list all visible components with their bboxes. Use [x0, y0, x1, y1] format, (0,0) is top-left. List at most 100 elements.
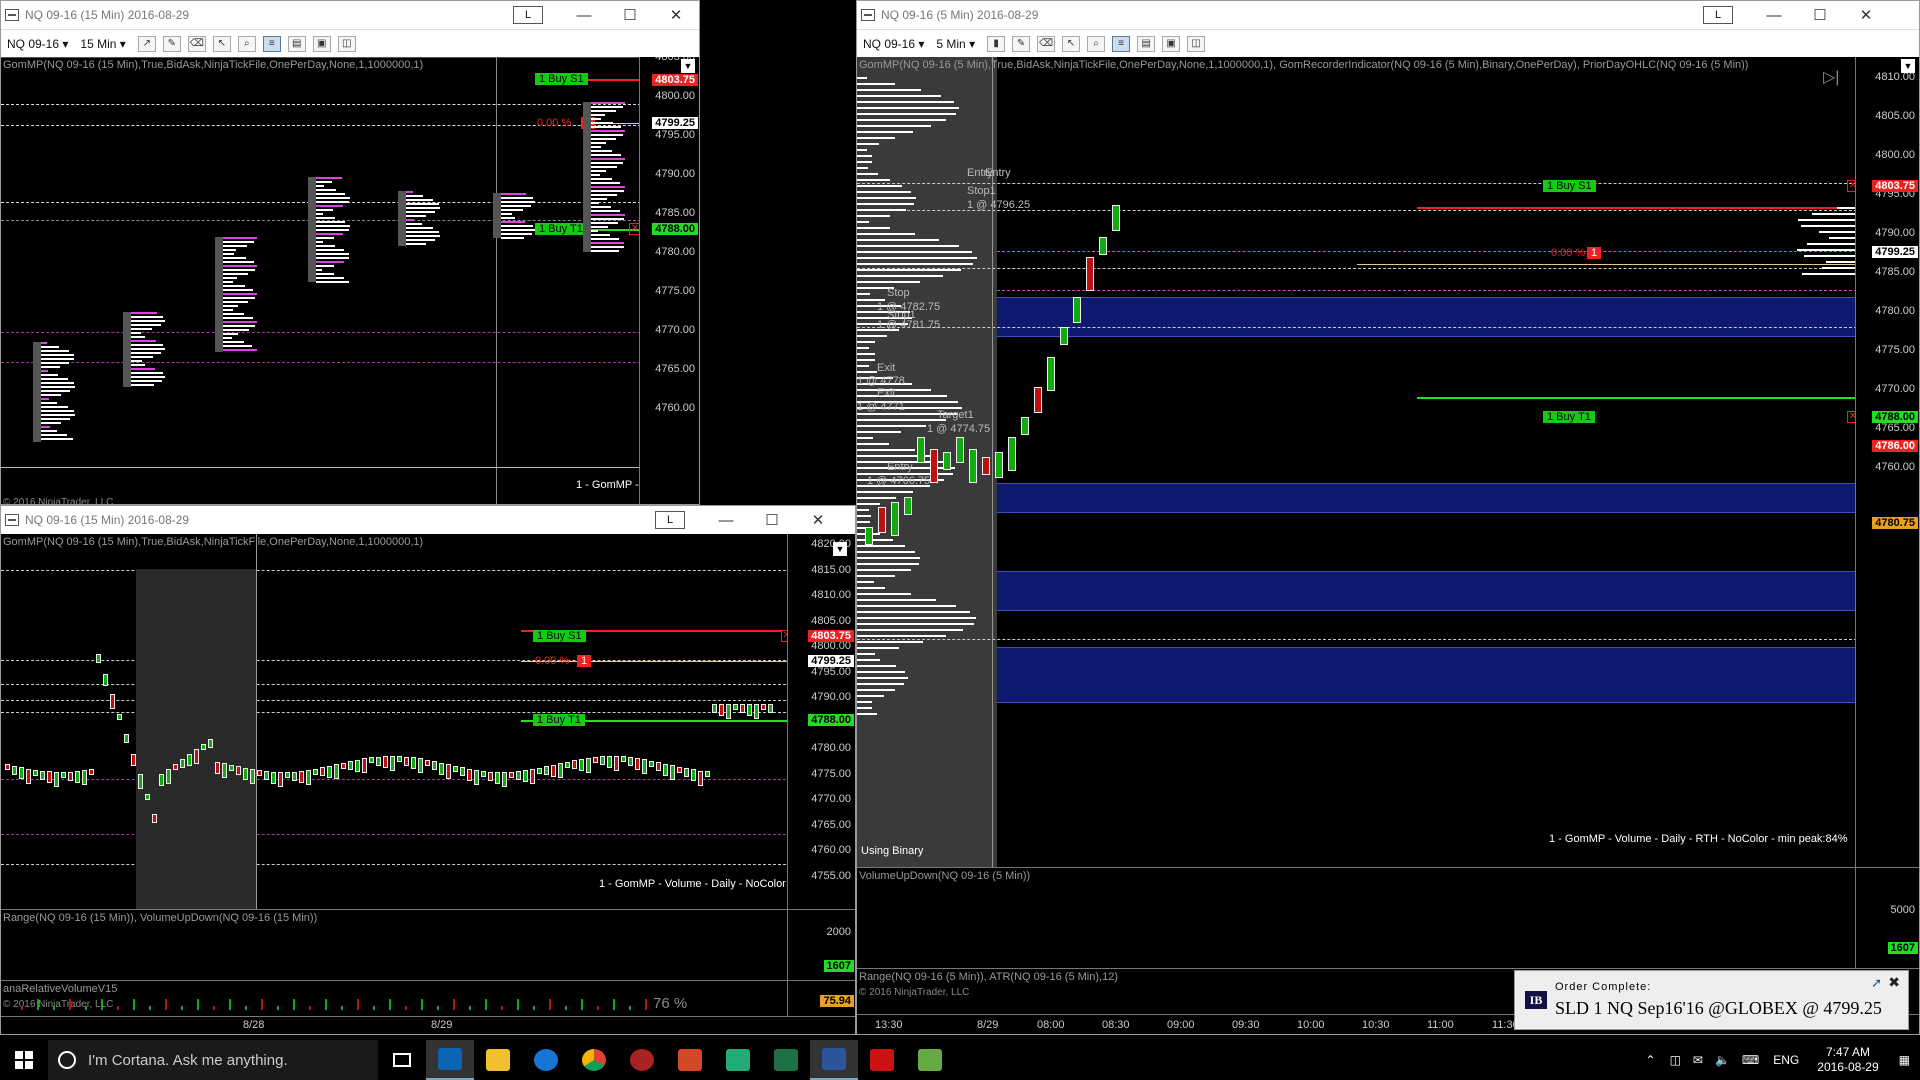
profile-bar [591, 190, 624, 192]
chart-window-15min-top[interactable]: NQ 09-16 (15 Min) 2016-08-29 L — ☐ ✕ NQ … [0, 0, 700, 505]
pencil-icon[interactable]: ✎ [1012, 35, 1031, 52]
indicators-icon[interactable]: ≡ [262, 35, 281, 52]
language-indicator[interactable]: ENG [1773, 1053, 1799, 1067]
strategies-icon[interactable]: ▤ [287, 35, 306, 52]
link-button[interactable]: L [1703, 6, 1733, 24]
word-icon[interactable] [810, 1040, 858, 1080]
time-axis[interactable]: 8/28 8/29 [1, 1016, 855, 1034]
price-panel[interactable]: GomMP(NQ 09-16 (5 Min),True,BidAsk,Ninja… [857, 57, 1919, 867]
excel-icon[interactable] [762, 1040, 810, 1080]
volume-icon[interactable]: 🔈 [1715, 1053, 1730, 1067]
cursor-icon[interactable]: ↖ [1062, 35, 1081, 52]
price-panel[interactable]: GomMP(NQ 09-16 (15 Min),True,BidAsk,Ninj… [1, 57, 699, 504]
maximize-icon[interactable]: ☐ [749, 511, 795, 529]
zoom-icon[interactable]: ⌕ [237, 35, 256, 52]
buy-t1-label[interactable]: 1 Buy T1 [535, 223, 587, 235]
price-axis[interactable]: 4805.00 4800.00 4795.00 4790.00 4785.00 4780.… [639, 57, 699, 504]
link-button[interactable]: L [655, 511, 685, 529]
interval-select[interactable]: 15 Min ▾ [80, 37, 125, 51]
edge-icon[interactable] [522, 1040, 570, 1080]
cortana-search[interactable]: I'm Cortana. Ask me anything. [48, 1040, 378, 1080]
volume-axis[interactable]: 5000 1607 [1855, 868, 1919, 968]
scroll-down-icon[interactable]: ▼ [1901, 59, 1915, 73]
file-explorer-icon[interactable] [474, 1040, 522, 1080]
relvol-bar [85, 1006, 87, 1010]
chart-window-15min-bottom[interactable]: NQ 09-16 (15 Min) 2016-08-29 L — ☐ ✕ Gom… [0, 505, 856, 1035]
buy-t1-label[interactable]: 1 Buy T1 [533, 714, 585, 726]
scroll-down-icon[interactable]: ▼ [833, 542, 847, 556]
relvol-axis[interactable]: 75.94 [787, 981, 855, 1016]
indicators-icon[interactable]: ≡ [1112, 35, 1131, 52]
outlook-icon[interactable] [426, 1040, 474, 1080]
buy-s1-label[interactable]: 1 Buy S1 [533, 630, 586, 642]
maximize-icon[interactable]: ☐ [607, 6, 653, 24]
price-axis[interactable]: 4820.00 4815.00 4810.00 4805.00 4800.00 4795.… [787, 534, 855, 909]
chevron-up-icon[interactable]: ⌃ [1646, 1053, 1656, 1067]
pin-icon[interactable]: ➚ [1871, 975, 1882, 991]
task-view-icon[interactable] [378, 1040, 426, 1080]
close-icon[interactable]: ✕ [653, 6, 699, 24]
properties-icon[interactable]: ◫ [1187, 35, 1206, 52]
candle [145, 794, 150, 800]
volume-panel[interactable]: Range(NQ 09-16 (15 Min)), VolumeUpDown(N… [1, 910, 855, 980]
profile-bar [501, 225, 533, 227]
window-titlebar[interactable]: NQ 09-16 (15 Min) 2016-08-29 L — ☐ ✕ [1, 1, 699, 29]
buy-t1-label[interactable]: 1 Buy T1 [1543, 411, 1595, 423]
minimize-icon[interactable]: — [561, 7, 607, 24]
minimize-icon[interactable]: — [703, 512, 749, 529]
chart-style-icon[interactable]: ▮ [987, 35, 1006, 52]
crosshair-line [256, 534, 257, 909]
image-icon[interactable]: ▣ [312, 35, 331, 52]
volume-panel[interactable]: VolumeUpDown(NQ 09-16 (5 Min)) 5000 1607 [857, 868, 1919, 968]
candle [891, 502, 899, 536]
eraser-icon[interactable]: ⌫ [187, 35, 206, 52]
buy-s1-label[interactable]: 1 Buy S1 [1543, 180, 1596, 192]
zoom-icon[interactable]: ⌕ [1087, 35, 1106, 52]
chart-window-5min[interactable]: NQ 09-16 (5 Min) 2016-08-29 L — ☐ ✕ NQ 0… [856, 0, 1920, 1035]
buy-s1-label[interactable]: 1 Buy S1 [535, 73, 588, 85]
close-icon[interactable]: ✖ [1888, 974, 1900, 991]
order-complete-toast[interactable]: IB Order Complete: SLD 1 NQ Sep16'16 @GL… [1514, 970, 1909, 1030]
close-icon[interactable]: ✕ [795, 511, 841, 529]
ninjatrader-icon[interactable] [618, 1040, 666, 1080]
properties-icon[interactable]: ◫ [337, 35, 356, 52]
scroll-down-icon[interactable]: ▼ [681, 59, 695, 73]
cursor-icon[interactable]: ↖ [212, 35, 231, 52]
network-icon[interactable]: ◫ [1670, 1053, 1681, 1067]
acrobat-icon[interactable] [858, 1040, 906, 1080]
pct-box[interactable]: 1 [577, 655, 592, 667]
level-line [1, 570, 791, 571]
close-icon[interactable]: ✕ [1843, 6, 1889, 24]
keyboard-icon[interactable]: ⌨ [1742, 1053, 1759, 1067]
window-titlebar[interactable]: NQ 09-16 (5 Min) 2016-08-29 L — ☐ ✕ [857, 1, 1919, 29]
powerpoint-icon[interactable] [666, 1040, 714, 1080]
chrome-icon[interactable] [570, 1040, 618, 1080]
volume-axis[interactable]: 2000 1607 [787, 910, 855, 980]
pct-box[interactable]: 1 [1587, 247, 1602, 259]
window-titlebar[interactable]: NQ 09-16 (15 Min) 2016-08-29 L — ☐ ✕ [1, 506, 855, 534]
minimize-icon[interactable]: — [1751, 7, 1797, 24]
maximize-icon[interactable]: ☐ [1797, 6, 1843, 24]
eraser-icon[interactable]: ⌫ [1037, 35, 1056, 52]
tws-icon[interactable] [714, 1040, 762, 1080]
start-button[interactable] [0, 1040, 48, 1080]
link-button[interactable]: L [513, 6, 543, 24]
candle [236, 766, 241, 776]
chart-style-icon[interactable]: ↗ [137, 35, 156, 52]
clock[interactable]: 7:47 AM 2016-08-29 [1817, 1045, 1878, 1075]
app-icon[interactable] [906, 1040, 954, 1080]
chat-icon[interactable]: ✉ [1693, 1053, 1703, 1067]
candle [628, 757, 633, 767]
interval-select[interactable]: 5 Min ▾ [936, 37, 975, 51]
skip-to-end-icon[interactable]: ▷| [1823, 67, 1839, 87]
image-icon[interactable]: ▣ [1162, 35, 1181, 52]
notifications-icon[interactable]: ▦ [1899, 1053, 1910, 1067]
relative-volume-panel[interactable]: anaRelativeVolumeV15 © 2016 NinjaTrader,… [1, 981, 855, 1016]
price-panel[interactable]: GomMP(NQ 09-16 (15 Min),True,BidAsk,Ninj… [1, 534, 855, 909]
instrument-select[interactable]: NQ 09-16 ▾ [863, 37, 924, 51]
profile-bar [857, 137, 895, 139]
price-axis[interactable]: 4810.00 4805.00 4800.00 4795.00 4790.00 4785.… [1855, 57, 1919, 867]
strategies-icon[interactable]: ▤ [1137, 35, 1156, 52]
pencil-icon[interactable]: ✎ [162, 35, 181, 52]
instrument-select[interactable]: NQ 09-16 ▾ [7, 37, 68, 51]
